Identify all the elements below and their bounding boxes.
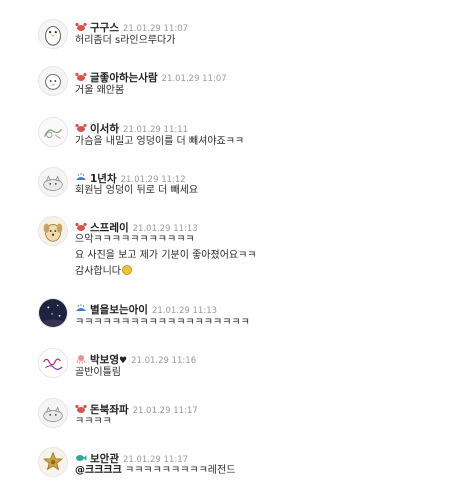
dog-avatar[interactable] xyxy=(38,216,68,246)
handwriting-avatar[interactable] xyxy=(38,348,68,378)
comment-text: 거울 왜안봄 xyxy=(75,85,125,96)
whale-icon xyxy=(75,173,87,183)
comment-text: 으악ㅋㅋㅋㅋㅋㅋㅋㅋㅋㅋㅋ xyxy=(75,234,195,245)
comment-text: 감사합니다 xyxy=(75,265,132,279)
comment-nickname[interactable]: 구구스 xyxy=(90,22,119,34)
sheriff-badge-avatar[interactable] xyxy=(38,447,68,477)
comment-nickname[interactable]: 글좋아하는사람 xyxy=(90,72,158,84)
penguin-avatar[interactable] xyxy=(38,19,68,49)
crab-icon xyxy=(75,22,87,32)
smile-emoji xyxy=(122,265,132,275)
sheep-avatar[interactable] xyxy=(38,66,68,96)
crab-icon xyxy=(75,72,87,82)
comment-nickname[interactable]: 이서하 xyxy=(90,123,119,135)
fish-icon xyxy=(75,453,87,463)
cat-avatar[interactable] xyxy=(38,167,68,197)
comment-timestamp: 21.01.29 11:16 xyxy=(131,356,197,366)
comment-text: 골반이틀림 xyxy=(75,367,121,378)
comment-timestamp: 21.01.29 11:11 xyxy=(122,125,189,135)
comment-text: @크크크크 ㅋㅋㅋㅋㅋㅋㅋㅋㅋ레전드 xyxy=(75,464,235,478)
crab-icon xyxy=(75,123,87,133)
comment-text-rest: ㅋㅋㅋㅋㅋㅋㅋㅋㅋ레전드 xyxy=(125,465,236,476)
whale-icon xyxy=(75,304,87,314)
drawing-avatar[interactable] xyxy=(38,117,68,147)
heart-icon: ♥ xyxy=(118,356,128,366)
comment-text: ㅋㅋㅋㅋㅋㅋㅋㅋㅋㅋㅋㅋㅋㅋㅋㅋㅋㅋㅋ xyxy=(75,317,250,328)
comment-text: ㅋㅋㅋㅋ xyxy=(75,416,112,427)
comment-nickname[interactable]: 박보영 xyxy=(90,354,119,366)
crab-icon xyxy=(75,222,87,232)
octopus-icon xyxy=(75,354,87,364)
comment-timestamp: 21.01.29 11:07 xyxy=(122,24,189,34)
comment-timestamp: 21.01.29 11:07 xyxy=(161,74,227,84)
comment-text: 회원님 엉덩이 뒤로 더 빼세요 xyxy=(75,185,199,196)
comment-nickname[interactable]: 별을보는아이 xyxy=(90,304,148,316)
mention-link[interactable]: @크크크크 xyxy=(75,465,122,476)
cat-avatar[interactable] xyxy=(38,398,68,428)
comment-text: 허리좀더 s라인으루다가 xyxy=(75,35,176,46)
comment-timestamp: 21.01.29 11:13 xyxy=(151,306,218,316)
crab-icon xyxy=(75,404,87,414)
comment-timestamp: 21.01.29 11:17 xyxy=(132,406,198,416)
comment-list: 구구스 21.01.29 11:07 허리좀더 s라인으루다가 글좋아하는사람 21… xyxy=(0,0,468,491)
night-sky-avatar[interactable] xyxy=(38,298,68,328)
comment-text: 요 사진을 보고 제가 기분이 좋아졌어요ㅋㅋ xyxy=(75,250,257,261)
comment-text-last: 감사합니다 xyxy=(75,266,121,277)
comment-text: 가슴을 내밀고 엉덩이를 더 빼셔야죠ㅋㅋ xyxy=(75,136,245,147)
